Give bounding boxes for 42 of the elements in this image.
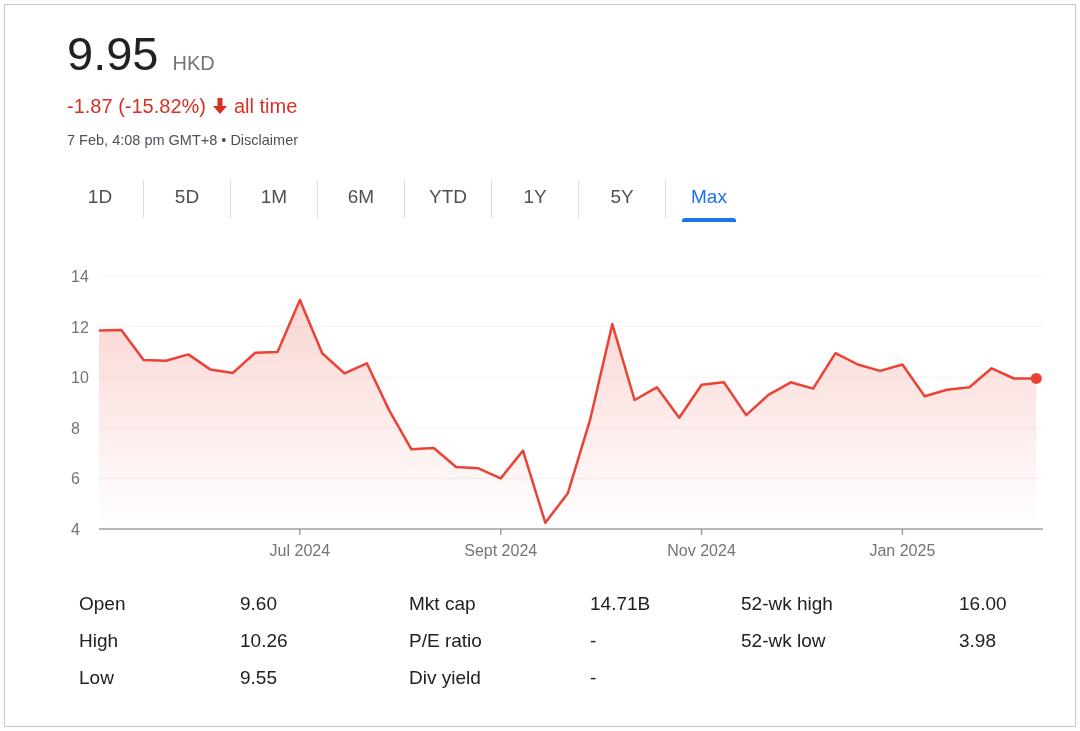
x-axis-label: Jul 2024 bbox=[269, 542, 331, 559]
stat-label: Open bbox=[79, 592, 127, 616]
stat-value: 10.26 bbox=[240, 629, 289, 653]
price-value: 9.95 bbox=[67, 27, 159, 81]
stat-label: 52-wk low bbox=[741, 629, 827, 653]
stat-label: 52-wk high bbox=[741, 592, 834, 616]
stat-value: - bbox=[590, 666, 598, 690]
stat-value: 9.60 bbox=[240, 592, 278, 616]
stat-value: 16.00 bbox=[959, 592, 1008, 616]
currency-label: HKD bbox=[172, 52, 215, 75]
range-tab[interactable]: 6M bbox=[318, 178, 404, 222]
stat-label: Mkt cap bbox=[409, 592, 477, 616]
stat-label: High bbox=[79, 629, 120, 653]
y-axis-label: 14 bbox=[71, 268, 89, 285]
timestamp: 7 Feb, 4:08 pm GMT+8 bbox=[67, 132, 218, 148]
range-tab[interactable]: 1Y bbox=[492, 178, 578, 222]
end-point-marker bbox=[1030, 372, 1042, 384]
range-tab[interactable]: 1M bbox=[231, 178, 317, 222]
y-axis-label: 6 bbox=[71, 470, 80, 488]
y-axis-label: 8 bbox=[71, 419, 80, 437]
range-tab[interactable]: 5D bbox=[144, 178, 230, 222]
y-axis-label: 4 bbox=[71, 521, 80, 538]
separator-dot: • bbox=[221, 132, 227, 148]
x-axis-label: Nov 2024 bbox=[667, 542, 736, 559]
range-tab[interactable]: Max bbox=[666, 178, 752, 222]
stat-value: 3.98 bbox=[959, 629, 997, 653]
stat-label: Div yield bbox=[409, 666, 482, 690]
stat-value: 14.71B bbox=[590, 592, 652, 616]
period-label: all time bbox=[233, 94, 298, 119]
y-axis-label: 10 bbox=[71, 369, 89, 387]
stat-label: Low bbox=[79, 666, 115, 690]
disclaimer-link[interactable]: Disclaimer bbox=[230, 132, 299, 148]
stat-value: 9.55 bbox=[240, 666, 278, 690]
x-axis-label: Sept 2024 bbox=[464, 542, 538, 559]
range-tab[interactable]: YTD bbox=[405, 178, 491, 222]
range-tab[interactable]: 5Y bbox=[579, 178, 665, 222]
y-axis-label: 12 bbox=[71, 318, 89, 336]
x-axis-label: Jan 2025 bbox=[869, 542, 936, 559]
price-change: -1.87 (-15.82%) bbox=[67, 94, 206, 119]
stat-value: - bbox=[590, 629, 598, 653]
range-tab[interactable]: 1D bbox=[57, 178, 143, 222]
stat-label: P/E ratio bbox=[409, 629, 483, 653]
